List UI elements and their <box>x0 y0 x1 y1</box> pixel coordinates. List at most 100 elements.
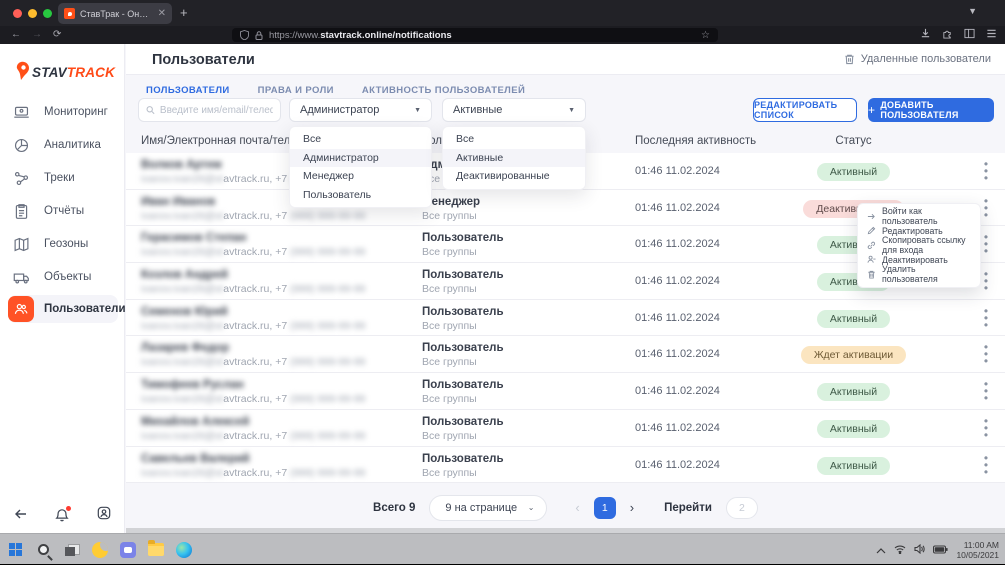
stavtrack-logo: STAVTRACK <box>12 60 115 84</box>
role-option-all[interactable]: Все <box>290 130 431 149</box>
browser-tab[interactable]: СтавТрак - Онлайн мониторин ✕ <box>58 3 172 24</box>
moon-app-icon[interactable] <box>90 540 109 559</box>
sidebar-item-objects[interactable]: Объекты <box>8 263 118 291</box>
pagination: Всего 9 9 на странице ⌄ ‹ 1 › Перейти 2 <box>126 487 1005 528</box>
taskbar-search-icon[interactable] <box>34 540 53 559</box>
refresh-icon[interactable]: ⟳ <box>53 29 61 40</box>
page-title: Пользователи <box>152 52 255 68</box>
url-text: https://www.stavtrack.online/notificatio… <box>269 30 452 41</box>
profile-icon[interactable] <box>97 506 111 525</box>
deleted-users-link[interactable]: Удаленные пользователи <box>844 53 991 65</box>
role-option-user[interactable]: Пользователь <box>290 186 431 205</box>
status-badge: Активный <box>817 457 890 475</box>
edge-browser-icon[interactable] <box>174 540 193 559</box>
user-search[interactable] <box>138 98 281 122</box>
prev-page-icon[interactable]: ‹ <box>575 500 579 515</box>
page-number-button[interactable]: 1 <box>594 497 616 519</box>
status-filter-select[interactable]: Активные ▼ <box>442 98 586 122</box>
trash-icon <box>844 53 855 65</box>
edit-list-button[interactable]: РЕДАКТИРОВАТЬ СПИСОК <box>753 98 857 122</box>
table-row: Михайлов Алексей ivanov.ivan26@stavtrack… <box>126 410 1005 447</box>
sidebar-item-monitoring[interactable]: Мониторинг <box>8 98 118 126</box>
per-page-select[interactable]: 9 на странице ⌄ <box>429 495 547 521</box>
trash-icon <box>867 270 876 279</box>
battery-icon[interactable] <box>933 541 948 559</box>
taskbar-clock[interactable]: 11:00 AM 10/05/2021 <box>956 540 999 560</box>
tab-close-icon[interactable]: ✕ <box>158 8 166 19</box>
search-input[interactable] <box>160 105 273 116</box>
row-menu-icon[interactable]: ••• <box>978 381 994 402</box>
start-button-icon[interactable] <box>6 540 25 559</box>
lock-icon[interactable] <box>255 31 263 40</box>
sidebar-item-users[interactable]: Пользователи <box>8 295 118 323</box>
status-badge: Активный <box>817 163 890 181</box>
volume-icon[interactable] <box>914 541 925 559</box>
add-user-button[interactable]: + ДОБАВИТЬ ПОЛЬЗОВАТЕЛЯ <box>868 98 994 122</box>
task-view-icon[interactable] <box>62 540 81 559</box>
link-icon <box>867 241 876 250</box>
filter-bar: Администратор ▼ Активные ▼ РЕДАКТИРОВАТЬ… <box>126 98 1005 124</box>
menu-icon[interactable] <box>986 28 997 39</box>
window-close-button[interactable] <box>13 9 22 18</box>
pencil-icon <box>867 226 876 235</box>
tab-list-chevron-icon[interactable]: ▼ <box>968 6 977 16</box>
role-option-admin[interactable]: Администратор <box>290 149 431 168</box>
status-option-deactivated[interactable]: Деактивированные <box>443 167 585 186</box>
sidebar-item-analytics[interactable]: Аналитика <box>8 131 118 159</box>
url-bar[interactable]: https://www.stavtrack.online/notificatio… <box>232 28 718 42</box>
browser-tab-bar: СтавТрак - Онлайн мониторин ✕ + ▼ <box>0 0 1005 26</box>
status-filter-dropdown: Все Активные Деактивированные <box>442 126 586 190</box>
menu-login-as-user[interactable]: Войти как пользователь <box>858 209 980 224</box>
goto-page-input[interactable]: 2 <box>726 497 758 519</box>
role-filter-select[interactable]: Администратор ▼ <box>289 98 432 122</box>
notifications-bell-icon[interactable] <box>55 508 69 523</box>
stavtrack-favicon <box>64 8 75 19</box>
shield-icon[interactable] <box>240 30 249 40</box>
enter-arrow-icon <box>867 212 876 221</box>
sidebar: STAVTRACK Мониторинг Аналитика Треки Отч… <box>0 44 125 533</box>
row-menu-icon[interactable]: ••• <box>978 161 994 182</box>
window-minimize-button[interactable] <box>28 9 37 18</box>
collapse-sidebar-icon[interactable] <box>14 507 28 525</box>
status-badge: Ждет активации <box>801 346 906 364</box>
status-option-all[interactable]: Все <box>443 130 585 149</box>
row-menu-icon[interactable]: ••• <box>978 308 994 329</box>
file-explorer-icon[interactable] <box>146 540 165 559</box>
page-header: Пользователи Удаленные пользователи <box>126 44 1005 75</box>
chevron-down-icon: ▼ <box>568 107 575 114</box>
role-option-manager[interactable]: Менеджер <box>290 167 431 186</box>
menu-copy-login-link[interactable]: Скопировать ссылку для входа <box>858 238 980 253</box>
row-context-menu: Войти как пользователь Редактировать Ско… <box>857 203 981 288</box>
next-page-icon[interactable]: › <box>630 500 634 515</box>
logo-text: STAVTRACK <box>32 65 115 80</box>
wifi-icon[interactable] <box>894 541 906 559</box>
sidebar-item-geozones[interactable]: Геозоны <box>8 230 118 258</box>
sidebar-item-reports[interactable]: Отчёты <box>8 197 118 225</box>
logo-pin-icon <box>12 60 32 84</box>
back-icon[interactable]: ← <box>11 29 21 40</box>
table-row: Лазарев Федор ivanov.ivan26@stavtrack.ru… <box>126 336 1005 373</box>
status-badge: Активный <box>817 420 890 438</box>
row-menu-icon[interactable]: ••• <box>978 418 994 439</box>
forward-icon[interactable]: → <box>32 29 42 40</box>
sidebar-panel-icon[interactable] <box>964 28 975 39</box>
menu-delete-user[interactable]: Удалить пользователя <box>858 267 980 282</box>
browser-nav-bar: ← → ⟳ https://www.stavtrack.online/notif… <box>0 26 1005 44</box>
downloads-icon[interactable] <box>920 28 931 39</box>
role-filter-dropdown: Все Администратор Менеджер Пользователь <box>289 126 432 208</box>
row-menu-icon[interactable]: ••• <box>978 455 994 476</box>
new-tab-button[interactable]: + <box>180 5 188 20</box>
tracks-icon <box>8 165 34 191</box>
sidebar-item-tracks[interactable]: Треки <box>8 164 118 192</box>
table-row: Савельев Валерий ivanov.ivan26@stavtrack… <box>126 447 1005 484</box>
bookmark-star-icon[interactable]: ☆ <box>701 30 710 41</box>
row-menu-icon[interactable]: ••• <box>978 344 994 365</box>
tray-expand-icon[interactable] <box>876 541 886 559</box>
browser-window: СтавТрак - Онлайн мониторин ✕ + ▼ ← → ⟳ … <box>0 0 1005 533</box>
plus-icon: + <box>868 103 875 117</box>
chat-app-icon[interactable] <box>118 540 137 559</box>
window-maximize-button[interactable] <box>43 9 52 18</box>
extensions-icon[interactable] <box>942 28 953 39</box>
clock-time: 11:00 AM <box>956 540 999 550</box>
status-option-active[interactable]: Активные <box>443 149 585 168</box>
